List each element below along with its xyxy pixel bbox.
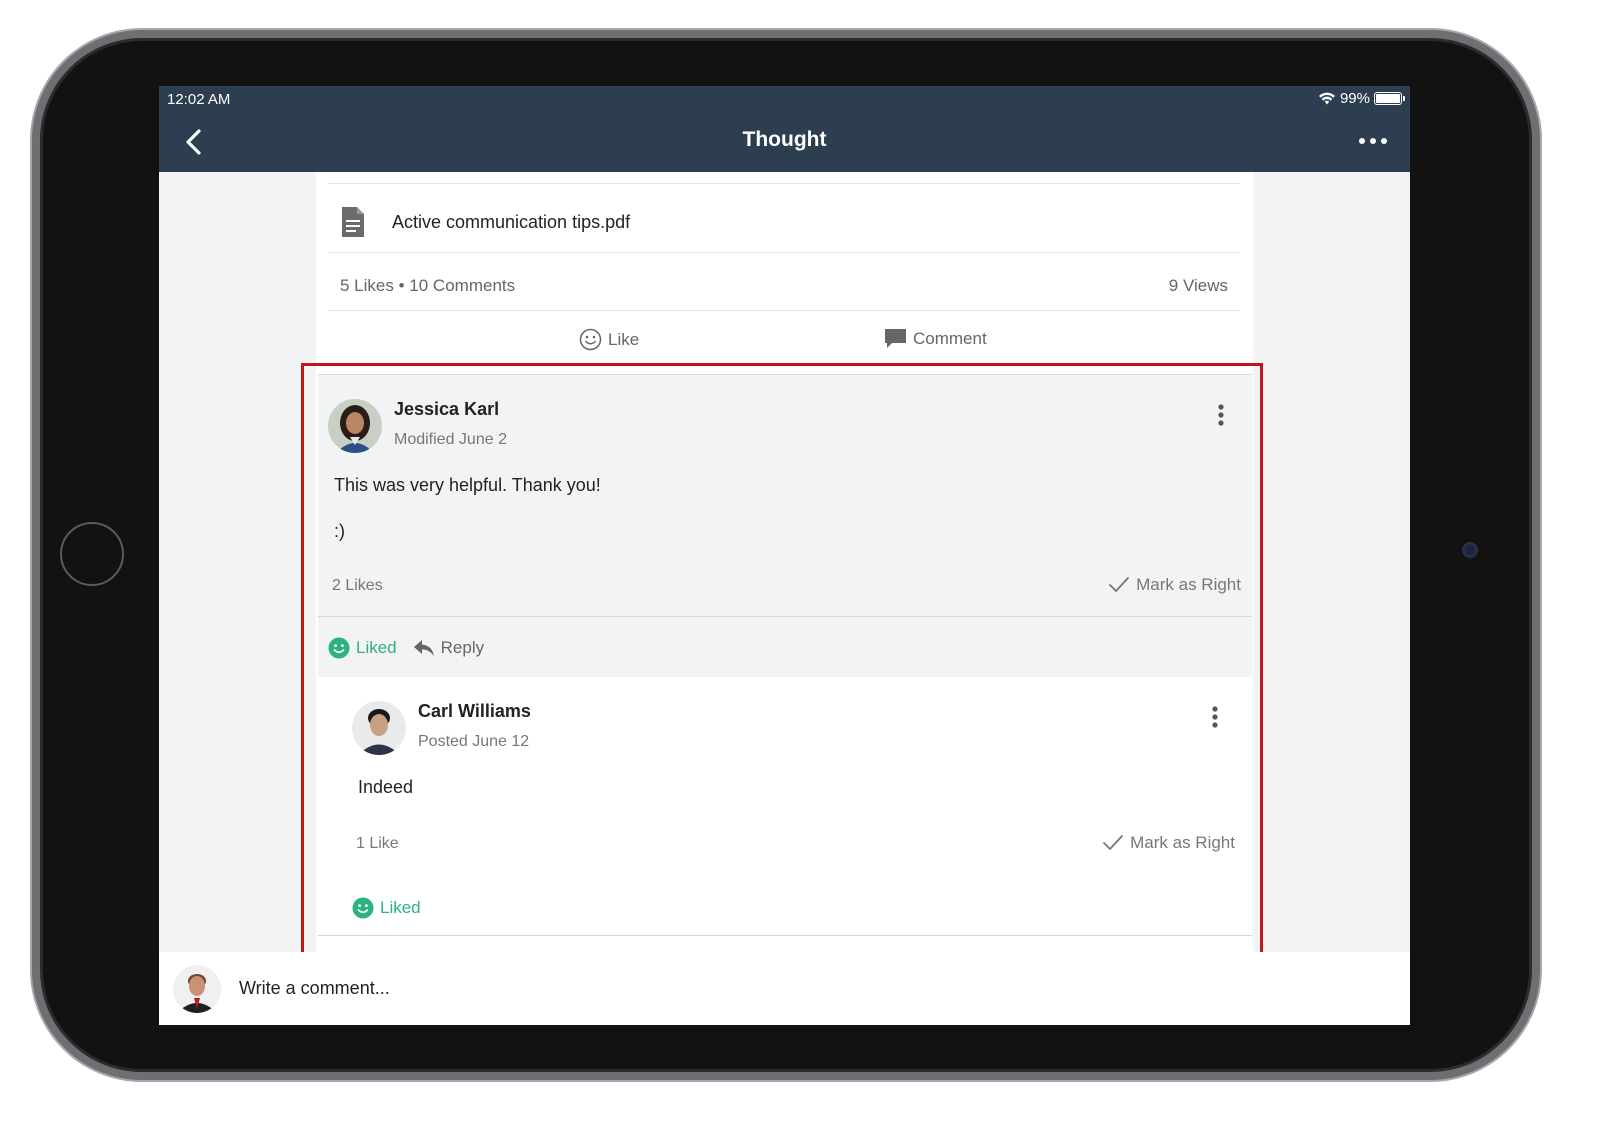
nav-bar: Thought bbox=[159, 112, 1410, 172]
document-icon bbox=[342, 207, 364, 237]
attachment-item[interactable]: Active communication tips.pdf bbox=[340, 202, 940, 242]
like-button[interactable]: Like bbox=[579, 328, 639, 351]
like-label: Like bbox=[608, 329, 640, 349]
battery-percent: 99% bbox=[1339, 90, 1370, 107]
divider bbox=[318, 616, 1252, 617]
reply-label: Reply bbox=[440, 638, 485, 657]
reply-arrow-icon bbox=[413, 640, 434, 656]
reply-likes-count[interactable]: 1 Like bbox=[356, 835, 399, 853]
comment-bubble-icon bbox=[885, 329, 906, 348]
divider bbox=[328, 183, 1240, 184]
dot-separator: • bbox=[398, 276, 405, 295]
checkmark-icon bbox=[1109, 577, 1130, 592]
comment-button[interactable]: Comment bbox=[884, 328, 987, 350]
smiley-filled-icon bbox=[352, 897, 374, 919]
liked-button[interactable]: Liked bbox=[352, 897, 421, 919]
divider bbox=[318, 935, 1252, 936]
comment-likes-count[interactable]: 2 Likes bbox=[332, 577, 383, 595]
post-comments-count[interactable]: 10 Comments bbox=[409, 276, 515, 295]
attachment-name[interactable]: Active communication tips.pdf bbox=[392, 212, 630, 233]
user-avatar-icon bbox=[173, 965, 221, 1013]
more-options-icon[interactable] bbox=[1358, 132, 1388, 150]
smiley-filled-icon bbox=[328, 637, 350, 659]
avatar bbox=[173, 965, 221, 1013]
comment-composer bbox=[159, 952, 1410, 1025]
wifi-icon bbox=[1318, 92, 1335, 105]
liked-label: Liked bbox=[356, 638, 397, 657]
divider bbox=[328, 310, 1240, 311]
mark-as-right-label: Mark as Right bbox=[1136, 575, 1241, 594]
reply-body: Indeed bbox=[358, 777, 414, 797]
status-bar: 12:02 AM 99% bbox=[159, 86, 1410, 112]
page-title: Thought bbox=[742, 128, 827, 151]
kebab-menu-icon[interactable] bbox=[1217, 403, 1225, 427]
comment-card: Jessica Karl Modified June 2 This was ve… bbox=[318, 374, 1252, 936]
reply-meta: Posted June 12 bbox=[418, 733, 530, 750]
comment-meta: Modified June 2 bbox=[394, 431, 507, 448]
divider bbox=[328, 252, 1240, 253]
liked-button[interactable]: Liked bbox=[328, 637, 397, 659]
liked-label: Liked bbox=[380, 898, 421, 917]
comment-label: Comment bbox=[913, 329, 987, 348]
mark-as-right-label: Mark as Right bbox=[1130, 833, 1235, 852]
kebab-menu-icon[interactable] bbox=[1211, 705, 1219, 729]
smiley-icon bbox=[579, 328, 602, 351]
user-avatar-icon bbox=[352, 701, 406, 755]
status-right: 99% bbox=[1318, 90, 1405, 107]
comment-body: :) bbox=[334, 521, 345, 541]
post-likes-count[interactable]: 5 Likes bbox=[340, 276, 394, 295]
checkmark-icon bbox=[1103, 835, 1124, 850]
avatar[interactable] bbox=[352, 701, 406, 755]
post-actions: Like Comment bbox=[316, 328, 1253, 354]
comment-author[interactable]: Jessica Karl bbox=[394, 399, 499, 420]
mark-as-right-button[interactable]: Mark as Right bbox=[1108, 575, 1241, 595]
likes-comments-summary: 5 Likes • 10 Comments bbox=[340, 276, 515, 296]
comment-actions: Liked Reply bbox=[328, 637, 484, 659]
reply-button[interactable]: Reply bbox=[413, 638, 484, 658]
comment-body: This was very helpful. Thank you! bbox=[334, 475, 601, 495]
post-views-count: 9 Views bbox=[1168, 276, 1228, 295]
front-camera bbox=[1462, 542, 1478, 558]
avatar[interactable] bbox=[328, 399, 382, 453]
comment-input[interactable] bbox=[239, 974, 1039, 1002]
status-time: 12:02 AM bbox=[167, 91, 231, 108]
user-avatar-icon bbox=[328, 399, 382, 453]
app-screen: 12:02 AM 99% Thought Active communicatio… bbox=[159, 86, 1410, 1025]
mark-as-right-button[interactable]: Mark as Right bbox=[1102, 833, 1235, 853]
battery-icon bbox=[1374, 92, 1405, 105]
reply-item: Carl Williams Posted June 12 Indeed 1 Li… bbox=[318, 677, 1252, 936]
home-button bbox=[60, 522, 124, 586]
reply-author[interactable]: Carl Williams bbox=[418, 701, 531, 722]
